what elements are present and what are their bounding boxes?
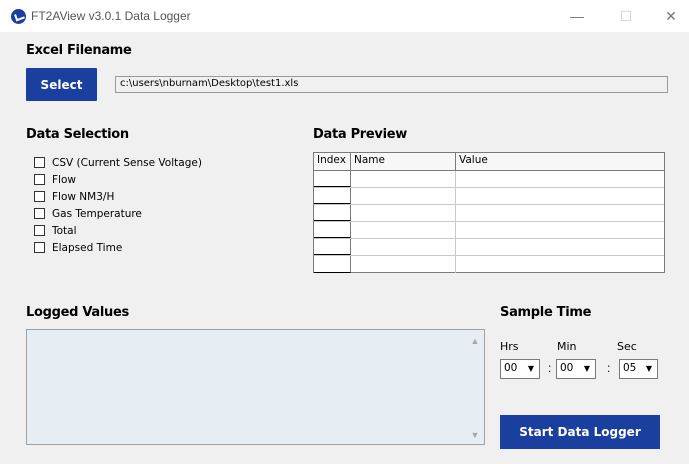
row-header-cell[interactable]	[314, 256, 351, 273]
scroll-down-icon[interactable]: ▼	[470, 430, 480, 440]
checkbox-label: Flow	[52, 173, 76, 186]
table-row[interactable]	[314, 222, 664, 239]
value-cell[interactable]	[456, 222, 664, 238]
log-scrollbar[interactable]: ▲ ▼	[467, 330, 484, 444]
filename-field[interactable]: c:\users\nburnam\Desktop\test1.xls	[115, 76, 668, 93]
row-header-cell[interactable]	[314, 205, 351, 221]
sec-dropdown[interactable]: 05 ▼	[619, 359, 658, 379]
checkbox-label: Flow NM3/H	[52, 190, 115, 203]
maximize-button[interactable]: ☐	[611, 6, 641, 26]
title-bar: FT2AView v3.0.1 Data Logger — ☐ ✕	[0, 0, 689, 32]
column-header-value[interactable]: Value	[456, 153, 664, 170]
close-button[interactable]: ✕	[656, 6, 686, 26]
checkbox-box[interactable]	[34, 191, 45, 202]
min-dropdown[interactable]: 00 ▼	[556, 359, 596, 379]
data-selection-list: CSV (Current Sense Voltage) Flow Flow NM…	[34, 154, 202, 256]
chevron-down-icon[interactable]: ▼	[581, 363, 593, 375]
table-row[interactable]	[314, 171, 664, 188]
checkbox-flow-nm3h[interactable]: Flow NM3/H	[34, 188, 202, 205]
time-separator: :	[548, 361, 552, 375]
row-header-cell[interactable]	[314, 188, 351, 204]
chevron-down-icon[interactable]: ▼	[643, 363, 655, 375]
table-row[interactable]	[314, 188, 664, 205]
name-cell[interactable]	[351, 222, 456, 238]
excel-filename-heading: Excel Filename	[26, 43, 132, 58]
checkbox-label: Gas Temperature	[52, 207, 142, 220]
start-data-logger-button[interactable]: Start Data Logger	[500, 415, 660, 449]
time-separator: :	[607, 361, 611, 375]
hrs-value: 00	[504, 362, 518, 374]
checkbox-box[interactable]	[34, 174, 45, 185]
select-file-button[interactable]: Select	[26, 68, 97, 101]
column-header-name[interactable]: Name	[351, 153, 456, 170]
name-cell[interactable]	[351, 239, 456, 255]
min-label: Min	[557, 340, 577, 353]
value-cell[interactable]	[456, 256, 664, 273]
logged-values-textbox[interactable]: ▲ ▼	[26, 329, 485, 445]
min-value: 00	[560, 362, 574, 374]
name-cell[interactable]	[351, 171, 456, 187]
row-header-cell[interactable]	[314, 171, 351, 187]
value-cell[interactable]	[456, 205, 664, 221]
checkbox-label: Elapsed Time	[52, 241, 123, 254]
minimize-button[interactable]: —	[562, 6, 592, 26]
table-row[interactable]	[314, 205, 664, 222]
table-row[interactable]	[314, 256, 664, 273]
value-cell[interactable]	[456, 171, 664, 187]
value-cell[interactable]	[456, 239, 664, 255]
data-selection-heading: Data Selection	[26, 127, 129, 142]
name-cell[interactable]	[351, 256, 456, 273]
checkbox-total[interactable]: Total	[34, 222, 202, 239]
logged-values-heading: Logged Values	[26, 305, 129, 320]
data-preview-grid[interactable]: Index Name Value	[313, 152, 665, 273]
checkbox-flow[interactable]: Flow	[34, 171, 202, 188]
row-header-cell[interactable]	[314, 239, 351, 255]
checkbox-box[interactable]	[34, 225, 45, 236]
scroll-up-icon[interactable]: ▲	[470, 336, 480, 346]
checkbox-box[interactable]	[34, 157, 45, 168]
checkbox-label: CSV (Current Sense Voltage)	[52, 156, 202, 169]
checkbox-gas-temperature[interactable]: Gas Temperature	[34, 205, 202, 222]
hrs-dropdown[interactable]: 00 ▼	[500, 359, 540, 379]
column-header-index[interactable]: Index	[314, 153, 351, 170]
sec-label: Sec	[617, 340, 637, 353]
name-cell[interactable]	[351, 188, 456, 204]
grid-header-row: Index Name Value	[314, 153, 664, 171]
checkbox-elapsed-time[interactable]: Elapsed Time	[34, 239, 202, 256]
hrs-label: Hrs	[500, 340, 519, 353]
sec-value: 05	[623, 362, 637, 374]
value-cell[interactable]	[456, 188, 664, 204]
checkbox-box[interactable]	[34, 208, 45, 219]
name-cell[interactable]	[351, 205, 456, 221]
row-header-cell[interactable]	[314, 222, 351, 238]
data-preview-heading: Data Preview	[313, 127, 407, 142]
chevron-down-icon[interactable]: ▼	[525, 363, 537, 375]
window-title: FT2AView v3.0.1 Data Logger	[31, 9, 191, 23]
checkbox-csv[interactable]: CSV (Current Sense Voltage)	[34, 154, 202, 171]
table-row[interactable]	[314, 239, 664, 256]
checkbox-label: Total	[52, 224, 77, 237]
sample-time-heading: Sample Time	[500, 305, 592, 320]
app-logo-icon	[11, 9, 26, 24]
checkbox-box[interactable]	[34, 242, 45, 253]
